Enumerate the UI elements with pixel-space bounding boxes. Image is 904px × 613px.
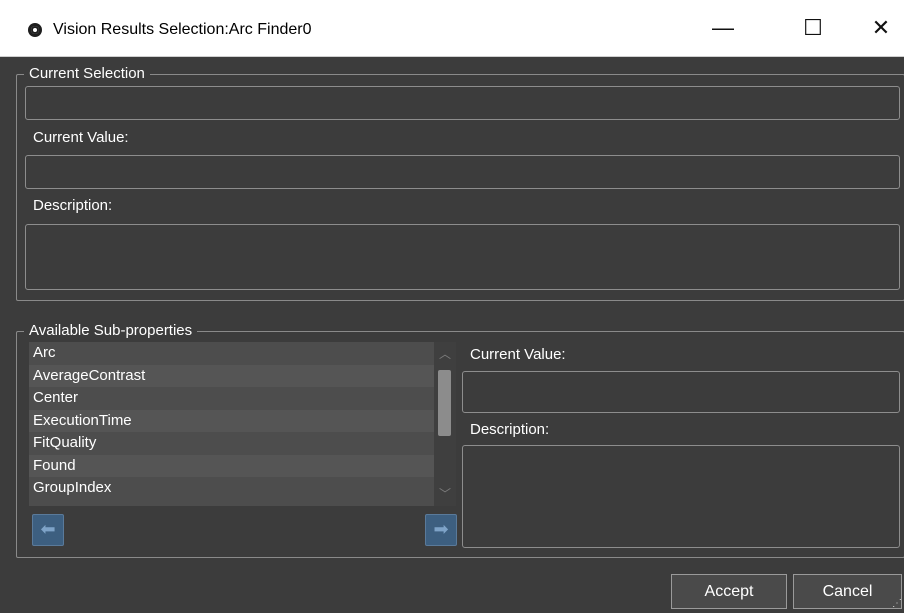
window-title: Vision Results Selection:Arc Finder0 [53, 21, 312, 38]
sub-current-value-field[interactable] [462, 371, 900, 413]
maximize-button[interactable]: ☐ [783, 0, 843, 56]
sub-description-label: Description: [470, 421, 550, 438]
sub-properties-list[interactable]: Arc AverageContrast Center ExecutionTime… [29, 342, 434, 506]
close-button[interactable]: ✕ [851, 0, 904, 56]
arrow-left-icon[interactable]: ⬅ [32, 514, 64, 546]
current-value-label: Current Value: [33, 129, 129, 146]
arrow-right-icon[interactable]: ➡ [425, 514, 457, 546]
list-item[interactable]: ExecutionTime [29, 409, 434, 432]
list-item[interactable]: Center [29, 387, 434, 410]
description-label: Description: [33, 197, 113, 214]
sub-description-field[interactable] [462, 445, 900, 548]
description-field[interactable] [25, 224, 900, 290]
resize-grip-icon[interactable]: ⋰ [888, 597, 902, 611]
cancel-button[interactable]: Cancel [793, 574, 902, 609]
list-item[interactable]: AverageContrast [29, 364, 434, 387]
minimize-button[interactable]: — [693, 0, 753, 56]
list-item[interactable]: GroupIndex [29, 477, 434, 500]
current-selection-legend: Current Selection [24, 64, 150, 84]
accept-button[interactable]: Accept [671, 574, 787, 609]
title-bar: Vision Results Selection:Arc Finder0 — ☐… [0, 0, 904, 57]
current-value-field[interactable] [25, 155, 900, 189]
scroll-thumb[interactable] [438, 370, 451, 436]
list-scrollbar[interactable]: ︿ ﹀ [434, 342, 456, 506]
sub-properties-legend: Available Sub-properties [24, 321, 198, 341]
list-item[interactable]: Found [29, 454, 434, 477]
list-item[interactable]: FitQuality [29, 432, 434, 455]
scroll-down-icon[interactable]: ﹀ [434, 484, 456, 504]
list-item[interactable]: Arc [29, 342, 434, 365]
vision-target-icon [28, 23, 42, 37]
sub-current-value-label: Current Value: [470, 346, 566, 363]
current-selection-field[interactable] [25, 86, 900, 120]
scroll-up-icon[interactable]: ︿ [434, 344, 456, 364]
